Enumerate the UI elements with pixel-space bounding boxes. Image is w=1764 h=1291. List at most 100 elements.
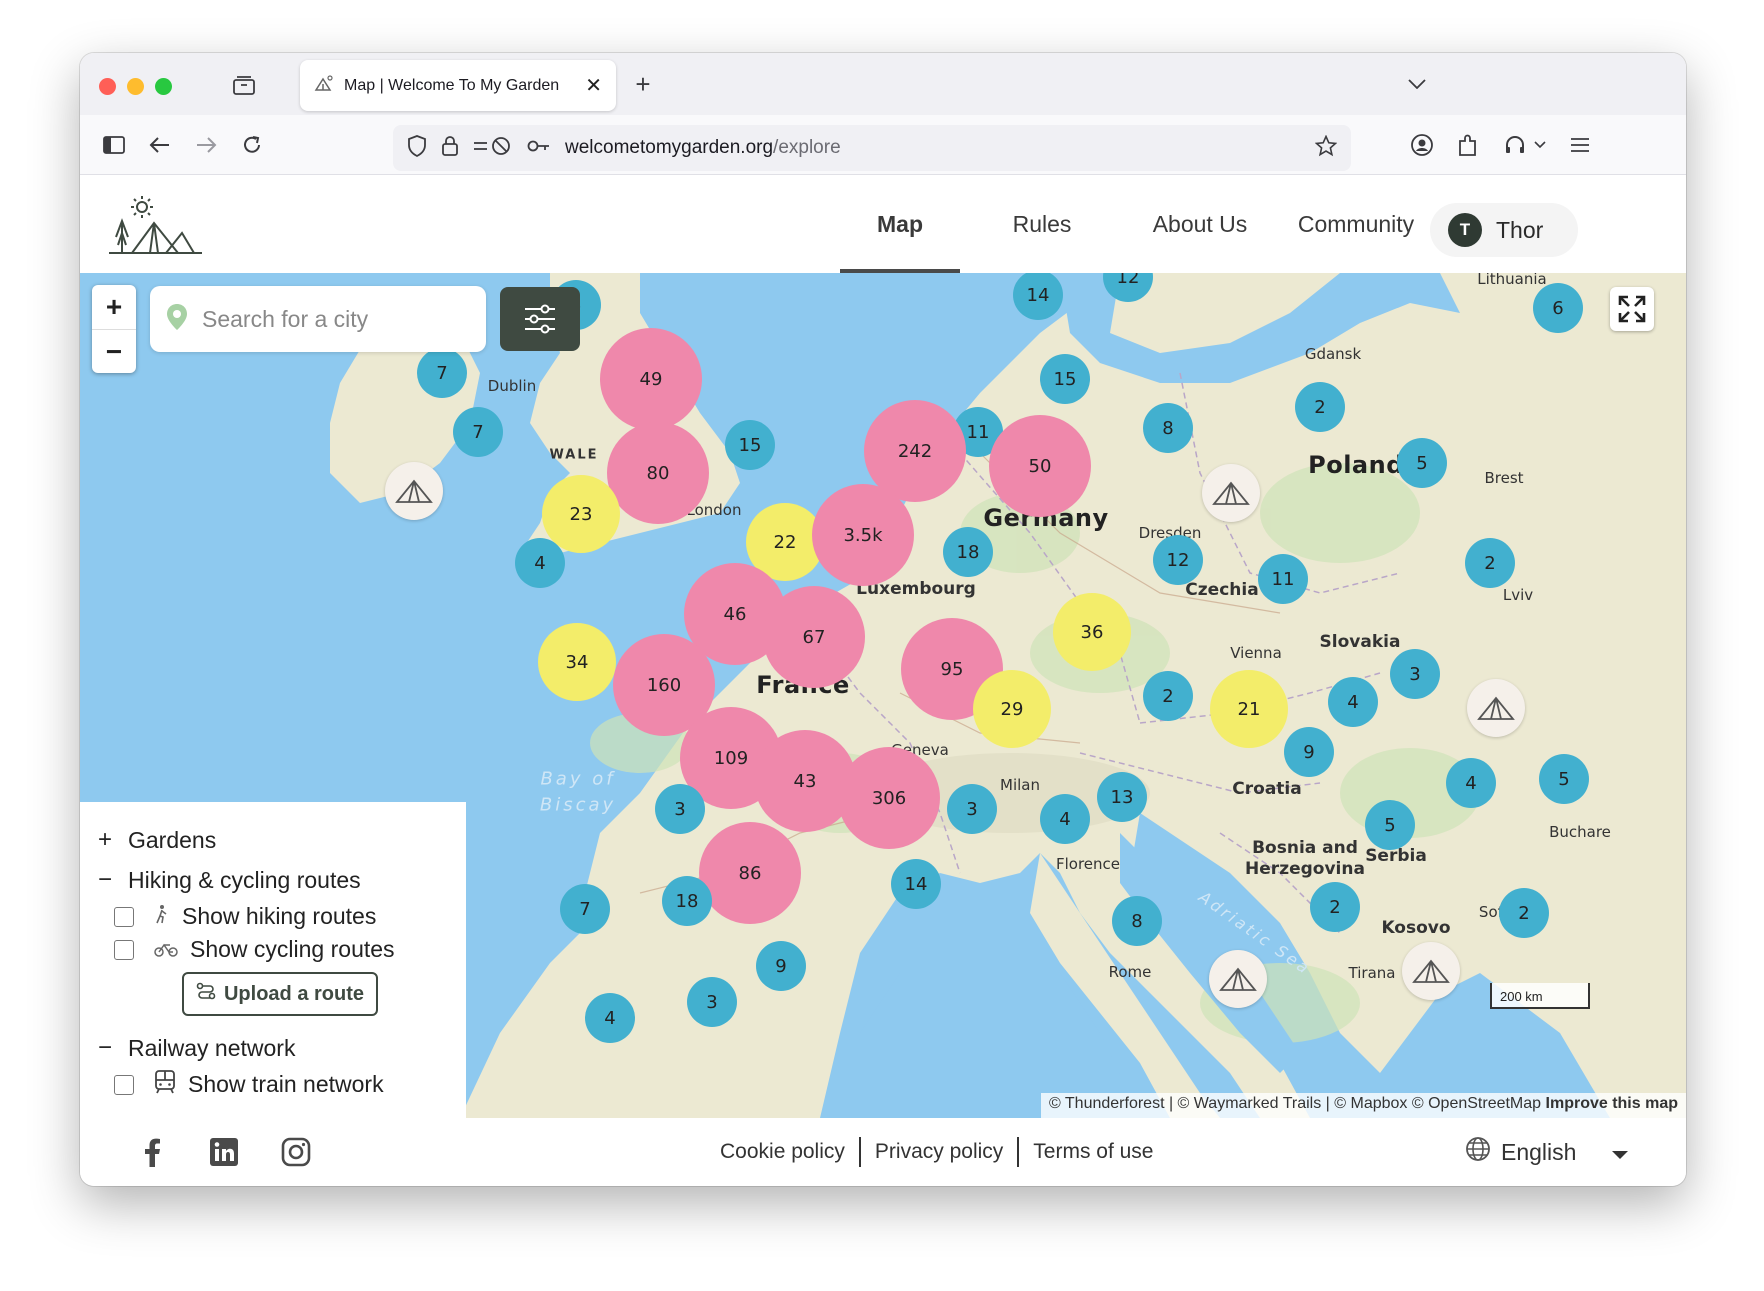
headphones-extension-icon[interactable] [1500,131,1550,159]
garden-cluster[interactable]: 14 [891,859,941,909]
key-icon[interactable] [527,138,551,159]
tracking-protection-icon[interactable] [473,135,513,162]
close-tab-icon[interactable]: ✕ [585,73,602,98]
garden-cluster[interactable]: 11 [1258,554,1308,604]
nav-map[interactable]: Map [840,175,960,273]
train-network-option[interactable]: Show train network [96,1068,450,1101]
garden-cluster[interactable]: 8 [1143,403,1193,453]
garden-cluster[interactable]: 36 [1053,593,1131,671]
filter-button[interactable] [500,287,580,351]
garden-cluster[interactable]: 80 [607,422,709,524]
nav-about-us[interactable]: About Us [1120,175,1280,273]
garden-cluster[interactable]: 34 [538,623,616,701]
routes-toggle[interactable]: − Hiking & cycling routes [96,860,450,900]
sidebar-toggle-icon[interactable] [100,131,128,159]
garden-cluster[interactable]: 50 [989,415,1091,517]
url-text[interactable]: welcometomygarden.org/explore [565,137,1301,159]
garden-cluster[interactable]: 5 [1539,754,1589,804]
garden-cluster[interactable]: 6 [1533,283,1583,333]
facebook-icon[interactable] [134,1134,170,1170]
garden-cluster[interactable]: 4 [515,538,565,588]
reload-icon[interactable] [238,131,266,159]
shield-icon[interactable] [407,134,427,162]
tent-marker[interactable] [1202,464,1260,522]
hiking-checkbox[interactable] [114,906,134,927]
garden-cluster[interactable]: 86 [699,822,801,924]
hiking-routes-option[interactable]: Show hiking routes [96,900,450,933]
linkedin-icon[interactable] [206,1134,242,1170]
close-window-button[interactable] [99,78,116,95]
extensions-icon[interactable] [1454,131,1482,159]
garden-cluster[interactable]: 7 [453,407,503,457]
tent-marker[interactable] [1209,950,1267,1008]
garden-cluster[interactable]: 2 [1499,888,1549,938]
forward-arrow-icon[interactable] [192,131,220,159]
garden-cluster[interactable]: 15 [725,420,775,470]
garden-cluster[interactable]: 4 [1040,794,1090,844]
account-icon[interactable] [1408,131,1436,159]
instagram-icon[interactable] [278,1134,314,1170]
garden-cluster[interactable]: 2 [1465,538,1515,588]
fullscreen-button[interactable] [1610,287,1654,331]
cookie-policy-link[interactable]: Cookie policy [720,1140,845,1164]
garden-cluster[interactable]: 2 [1295,382,1345,432]
zoom-out-button[interactable]: − [92,329,136,373]
garden-cluster[interactable]: 3 [687,977,737,1027]
garden-cluster[interactable]: 3 [947,784,997,834]
garden-cluster[interactable]: 8 [1112,896,1162,946]
tent-marker[interactable] [385,462,443,520]
site-logo[interactable] [108,193,204,262]
garden-cluster[interactable]: 5 [1397,438,1447,488]
tab-overview-icon[interactable] [230,71,258,99]
garden-cluster[interactable]: 3 [1390,649,1440,699]
train-checkbox[interactable] [114,1074,134,1095]
nav-rules[interactable]: Rules [982,175,1102,273]
garden-cluster[interactable]: 4 [1446,758,1496,808]
garden-cluster[interactable]: 4 [585,993,635,1043]
garden-cluster[interactable]: 7 [417,348,467,398]
map-view[interactable]: Lithuania Gdansk Dublin WALE London Pola… [80,273,1686,1118]
improve-map-link[interactable]: Improve this map [1546,1095,1678,1112]
search-input[interactable] [202,305,452,333]
railway-toggle[interactable]: − Railway network [96,1028,450,1068]
garden-cluster[interactable]: 306 [838,747,940,849]
tent-marker[interactable] [1402,942,1460,1000]
garden-cluster[interactable]: 2 [1310,882,1360,932]
garden-cluster[interactable]: 5 [1365,800,1415,850]
nav-community[interactable]: Community [1276,175,1436,273]
garden-cluster[interactable]: 12 [1153,535,1203,585]
back-arrow-icon[interactable] [146,131,174,159]
user-menu[interactable]: T Thor [1430,203,1578,257]
garden-cluster[interactable]: 67 [763,586,865,688]
list-tabs-chevron-icon[interactable] [1402,69,1432,99]
language-selector[interactable]: English [1465,1118,1629,1186]
tent-marker[interactable] [1467,679,1525,737]
garden-cluster[interactable]: 9 [1284,727,1334,777]
garden-cluster[interactable]: 2 [1143,671,1193,721]
address-bar[interactable]: welcometomygarden.org/explore [393,125,1351,171]
minimize-window-button[interactable] [127,78,144,95]
hamburger-menu-icon[interactable] [1566,131,1594,159]
zoom-in-button[interactable]: + [92,285,136,329]
cycling-checkbox[interactable] [114,939,134,960]
tab-active[interactable]: Map | Welcome To My Garden ✕ [300,60,616,111]
upload-route-button[interactable]: Upload a route [182,972,378,1016]
bookmark-star-icon[interactable] [1314,134,1338,162]
city-search[interactable] [150,286,486,352]
lock-icon[interactable] [441,135,459,162]
garden-cluster[interactable]: 49 [600,328,702,430]
privacy-policy-link[interactable]: Privacy policy [875,1140,1003,1164]
garden-cluster[interactable]: 13 [1097,772,1147,822]
garden-cluster[interactable]: 21 [1210,670,1288,748]
garden-cluster[interactable]: 29 [973,670,1051,748]
garden-cluster[interactable]: 9 [756,941,806,991]
garden-cluster[interactable]: 15 [1040,354,1090,404]
garden-cluster[interactable]: 18 [662,876,712,926]
garden-cluster[interactable]: 4 [1328,677,1378,727]
garden-cluster[interactable]: 18 [943,527,993,577]
garden-cluster[interactable]: 3 [655,784,705,834]
garden-cluster[interactable]: 7 [560,884,610,934]
maximize-window-button[interactable] [155,78,172,95]
garden-cluster[interactable]: 3.5k [812,484,914,586]
new-tab-icon[interactable]: + [628,69,658,99]
